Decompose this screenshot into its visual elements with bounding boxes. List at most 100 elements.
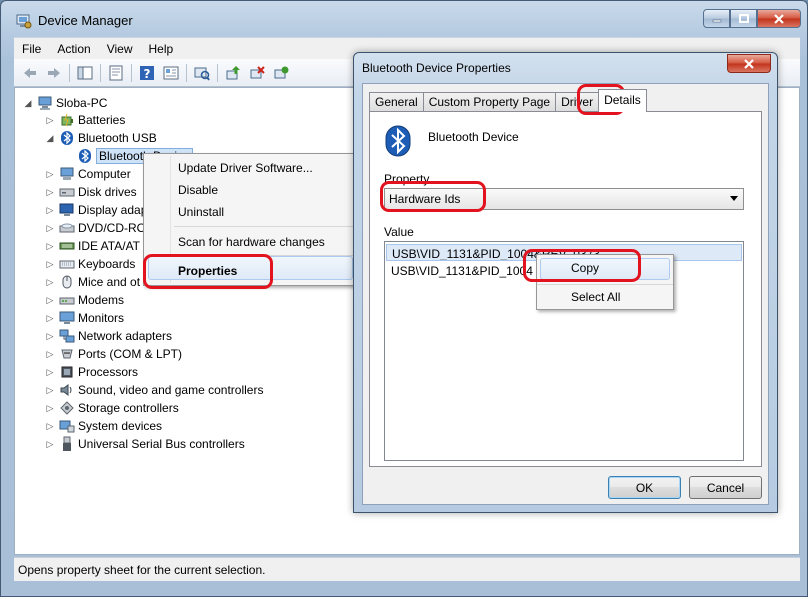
tree-item-system-devices[interactable]: ▷ System devices <box>45 417 163 435</box>
update-driver-icon <box>226 65 240 79</box>
view-list-icon <box>163 66 179 79</box>
back-button[interactable] <box>20 63 40 83</box>
menu-file[interactable]: File <box>14 42 49 56</box>
tree-item-sound[interactable]: ▷ Sound, video and game controllers <box>45 381 264 399</box>
ide-controller-icon <box>59 238 75 254</box>
scan-hardware-button[interactable] <box>192 63 212 83</box>
tab-driver[interactable]: Driver <box>555 92 600 112</box>
toolbar-separator <box>217 63 218 82</box>
menu-item-uninstall[interactable]: Uninstall <box>178 205 224 219</box>
tab-general[interactable]: General <box>369 92 424 112</box>
back-arrow-icon <box>24 67 36 78</box>
menu-item-copy[interactable]: Copy <box>571 261 599 275</box>
tree-item-label: Computer <box>78 167 131 181</box>
expand-icon[interactable]: ▷ <box>45 439 55 449</box>
menu-help[interactable]: Help <box>141 42 182 56</box>
expand-icon[interactable]: ▷ <box>45 115 55 125</box>
tree-item-label: Storage controllers <box>78 401 179 415</box>
minimize-button[interactable] <box>703 9 730 28</box>
mouse-icon <box>59 274 75 290</box>
expand-icon[interactable]: ▷ <box>45 241 55 251</box>
maximize-button[interactable] <box>730 9 757 28</box>
tree-item-storage-controllers[interactable]: ▷ Storage controllers <box>45 399 179 417</box>
properties-toolbar-button[interactable] <box>106 63 126 83</box>
cancel-button[interactable]: Cancel <box>689 476 762 499</box>
tree-item-ports[interactable]: ▷ Ports (COM & LPT) <box>45 345 182 363</box>
tree-item-label: Monitors <box>78 311 125 325</box>
expand-icon[interactable]: ▷ <box>45 403 55 413</box>
expand-icon[interactable]: ▷ <box>45 421 55 431</box>
tree-item-computer[interactable]: ▷ Computer <box>45 165 131 183</box>
tree-item-label: Keyboards <box>78 257 136 271</box>
expand-icon[interactable]: ▷ <box>45 295 55 305</box>
expand-icon[interactable]: ▷ <box>45 223 55 233</box>
display-adapter-icon <box>59 202 75 218</box>
close-button[interactable] <box>757 9 801 28</box>
menu-highlight <box>540 258 670 280</box>
expand-icon[interactable]: ▷ <box>45 331 55 341</box>
minimize-icon <box>712 19 721 22</box>
sound-icon <box>59 382 75 398</box>
tab-custom-property-page[interactable]: Custom Property Page <box>422 92 557 112</box>
tree-item-modems[interactable]: ▷ Modems <box>45 291 124 309</box>
battery-icon <box>59 112 75 128</box>
show-hide-console-tree-button[interactable] <box>75 63 95 83</box>
tree-item-keyboards[interactable]: ▷ Keyboards <box>45 255 136 273</box>
processor-icon <box>59 364 75 380</box>
expand-icon[interactable]: ▷ <box>45 259 55 269</box>
scan-hardware-icon <box>194 67 210 81</box>
tree-item-bluetooth-usb[interactable]: ◢ Bluetooth USB <box>45 129 157 147</box>
tree-item-ide-ata[interactable]: ▷ IDE ATA/AT <box>45 237 140 255</box>
expand-icon[interactable]: ▷ <box>45 313 55 323</box>
device-name: Bluetooth Device <box>428 130 519 144</box>
menu-item-select-all[interactable]: Select All <box>571 290 620 304</box>
menu-view[interactable]: View <box>99 42 141 56</box>
tree-item-monitors[interactable]: ▷ Monitors <box>45 309 124 327</box>
menu-item-scan-hardware[interactable]: Scan for hardware changes <box>178 235 325 249</box>
property-dropdown[interactable]: Hardware Ids <box>384 188 744 210</box>
collapse-icon[interactable]: ◢ <box>23 98 33 108</box>
modem-icon <box>59 292 75 308</box>
collapse-icon[interactable]: ◢ <box>45 133 55 143</box>
help-icon: ? <box>140 65 154 81</box>
tree-item-disk-drives[interactable]: ▷ Disk drives <box>45 183 137 201</box>
network-adapter-icon <box>59 328 75 344</box>
tree-item-processors[interactable]: ▷ Processors <box>45 363 139 381</box>
expand-icon[interactable]: ▷ <box>45 277 55 287</box>
tree-item-display-adapters[interactable]: ▷ Display adap <box>45 201 148 219</box>
expand-icon[interactable]: ▷ <box>45 367 55 377</box>
menu-item-properties[interactable]: Properties <box>178 264 237 278</box>
tree-item-mice[interactable]: ▷ Mice and ot <box>45 273 141 291</box>
bluetooth-icon <box>59 130 75 146</box>
status-bar: Opens property sheet for the current sel… <box>14 557 800 581</box>
tab-details[interactable]: Details <box>598 89 647 112</box>
menu-action[interactable]: Action <box>49 42 98 56</box>
expand-icon[interactable]: ▷ <box>45 205 55 215</box>
menu-item-disable[interactable]: Disable <box>178 183 218 197</box>
storage-controller-icon <box>59 400 75 416</box>
tree-item-label: System devices <box>78 419 163 433</box>
tree-item-batteries[interactable]: ▷ Batteries <box>45 111 126 129</box>
expand-icon[interactable]: ▷ <box>45 385 55 395</box>
forward-button[interactable] <box>44 63 64 83</box>
uninstall-button[interactable] <box>247 63 267 83</box>
tree-item-label: Bluetooth USB <box>78 131 157 145</box>
tree-item-usb-controllers[interactable]: ▷ Universal Serial Bus controllers <box>45 435 245 453</box>
dialog-close-button[interactable] <box>727 54 771 73</box>
expand-icon[interactable]: ▷ <box>45 169 55 179</box>
toolbar-separator <box>69 63 70 82</box>
view-toolbar-button[interactable] <box>161 63 181 83</box>
close-icon <box>744 58 754 69</box>
enable-device-button[interactable] <box>271 63 291 83</box>
disk-drive-icon <box>59 184 75 200</box>
ok-button[interactable]: OK <box>608 476 681 499</box>
help-toolbar-button[interactable]: ? <box>137 63 157 83</box>
expand-icon[interactable]: ▷ <box>45 187 55 197</box>
expand-icon[interactable]: ▷ <box>45 349 55 359</box>
tree-item-dvd-cd-rom[interactable]: ▷ DVD/CD-RO <box>45 219 146 237</box>
tree-root[interactable]: ◢ Sloba-PC <box>23 94 107 112</box>
update-driver-button[interactable] <box>223 63 243 83</box>
tree-item-label: Universal Serial Bus controllers <box>78 437 245 451</box>
tree-item-network-adapters[interactable]: ▷ Network adapters <box>45 327 173 345</box>
menu-item-update-driver[interactable]: Update Driver Software... <box>178 161 313 175</box>
